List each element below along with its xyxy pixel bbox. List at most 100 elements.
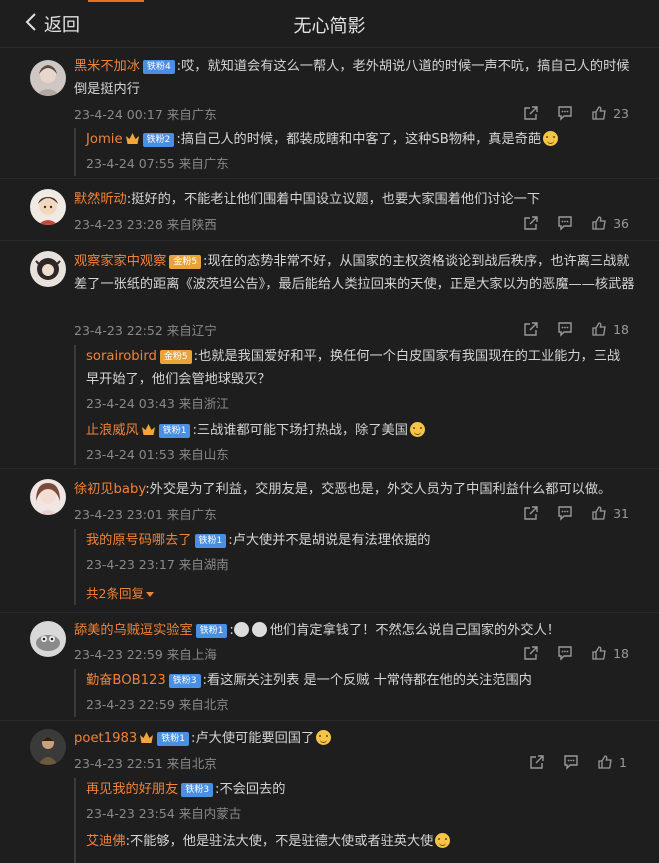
avatar[interactable] [30,251,66,287]
reply-item: 艾迪佛:不能够，他是驻法大使，不是驻德大使或者驻英大使 [86,830,632,853]
reply-item: Jomie 铁粉2:搞自己人的时候，都装成瞎和中客了，这种SB物种，真是奇葩 23… [86,128,632,172]
like-icon[interactable] [591,321,607,337]
username-link[interactable]: 观察家家中观察 [74,254,166,269]
crown-icon [141,424,155,435]
comment-text: :卢大使可能要回国了 [191,731,315,746]
reply-text: :三战谁都可能下场打热战，除了美国 [192,423,408,438]
reply-username-link[interactable]: sorairobird [86,349,157,364]
like-count: 36 [613,215,629,231]
more-replies-link[interactable]: 共2条回复 [86,583,632,602]
reply-list: 再见我的好朋友 铁粉3:不会回去的 23-4-23 23:54 来自内蒙古 艾迪佛… [74,778,630,863]
avatar[interactable] [30,621,66,657]
like-icon[interactable] [597,754,613,770]
reply-item: 止浪威风 铁粉1:三战谁都可能下场打热战，除了美国 23-4-24 01:53 来… [86,419,632,463]
reply-item: 我的原号码哪去了 铁粉1:卢大使并不是胡说是有法理依据的 23-4-23 23:1… [86,529,632,573]
comment-actions: 36 [505,213,629,233]
avatar[interactable] [30,729,66,765]
divider [0,612,659,613]
share-icon[interactable] [523,645,539,661]
reply-username-link[interactable]: Jomie [86,132,123,147]
comment-text: 他们肯定拿钱了！不然怎么说自己国家的外交人！ [269,623,560,638]
reply-username-link[interactable]: 我的原号码哪去了 [86,533,192,548]
like-count: 31 [613,505,629,521]
comment-meta: 23-4-23 23:28 来自陕西 [74,217,217,232]
comment-meta: 23-4-23 22:59 来自上海 [74,647,217,662]
comment-meta: 23-4-23 22:51 来自北京 [74,756,217,771]
share-icon[interactable] [523,321,539,337]
reply-item: sorairobird 金粉5:也就是我国爱好和平，换任何一个白皮国家有我国现在的… [86,345,632,412]
share-icon[interactable] [523,105,539,121]
reply-time: 23-4-24 03:43 来自浙江 [86,396,229,411]
username-link[interactable]: poet1983 [74,731,137,746]
fan-badge: 铁粉3 [168,674,201,688]
like-count: 23 [613,105,629,121]
comment-actions: 18 [505,643,629,663]
reply-time: 23-4-23 22:59 来自北京 [86,697,229,712]
comment-body: 徐初见baby:外交是为了利益，交朋友是，交恶也是，外交人员为了中国利益什么都可… [74,478,636,501]
username-link[interactable]: 舔美的乌贼逗实验室 [74,623,193,638]
avatar[interactable] [30,479,66,515]
fan-badge: 铁粉4 [142,60,175,74]
reply-time: 23-4-23 23:17 来自湖南 [86,557,229,572]
divider [0,720,659,721]
caret-down-icon [145,592,154,597]
username-link[interactable]: 黑米不加冰 [74,59,140,74]
comment-text: :挺好的，不能老让他们围着中国设立议题，也要大家围着他们讨论一下 [126,192,541,207]
like-icon[interactable] [591,105,607,121]
share-icon[interactable] [523,505,539,521]
divider [0,240,659,241]
comment-actions: 23 [505,103,629,123]
comment-meta: 23-4-23 22:52 来自辽宁 [74,323,217,338]
comment-body: 观察家家中观察 金粉5:现在的态势非常不好，从国家的主权资格谈论到战后秩序，也许离… [74,250,636,296]
comment-body: poet1983 铁粉1:卢大使可能要回国了 [74,727,636,750]
comment-icon[interactable] [563,754,579,770]
reply-text: :卢大使并不是胡说是有法理依据的 [228,533,431,548]
fan-badge: 金粉5 [159,350,192,364]
share-icon[interactable] [523,215,539,231]
comment-body: 默然昕动:挺好的，不能老让他们围着中国设立议题，也要大家围着他们讨论一下 [74,188,636,211]
top-accent-line [88,0,144,2]
comment-actions: 18 [505,319,629,339]
share-icon[interactable] [529,754,545,770]
username-link[interactable]: 徐初见baby [74,482,145,497]
like-icon[interactable] [591,505,607,521]
comment-meta: 23-4-23 23:01 来自广东 [74,507,217,522]
like-icon[interactable] [591,215,607,231]
avatar[interactable] [30,189,66,225]
blush-emoji-icon [409,422,425,437]
comment-body: 舔美的乌贼逗实验室 铁粉1: 他们肯定拿钱了！不然怎么说自己国家的外交人！ [74,622,560,638]
comment-actions: 1 [511,752,629,772]
fan-badge: 铁粉1 [157,732,190,746]
page-title: 无心简影 [293,16,366,37]
divider [0,468,659,469]
like-icon[interactable] [591,645,607,661]
reply-text: :不会回去的 [215,782,286,797]
more-replies-label: 共2条回复 [86,586,144,601]
reply-text: :不能够，他是驻法大使，不是驻德大使或者驻英大使 [125,834,434,849]
reply-username-link[interactable]: 勤奋BOB123 [86,673,166,688]
fan-badge: 金粉5 [169,255,202,269]
like-count: 18 [613,321,629,337]
reply-username-link[interactable]: 再见我的好朋友 [86,782,178,797]
reply-list: 勤奋BOB123 铁粉3:看这厮关注列表 是一个反贼 十常侍都在他的关注范围内 2… [74,669,630,717]
comment-icon[interactable] [557,215,573,231]
comment-icon[interactable] [557,105,573,121]
fan-badge: 铁粉3 [181,783,214,797]
comment-text: :外交是为了利益，交朋友是，交恶也是，外交人员为了中国利益什么都可以做。 [145,482,612,497]
avatar[interactable] [30,60,66,96]
reply-username-link[interactable]: 止浪威风 [86,423,139,438]
username-link[interactable]: 默然昕动 [74,192,127,207]
comment-body: 黑米不加冰 铁粉4:哎，就知道会有这么一帮人，老外胡说八道的时候一声不吭，搞自己人… [74,55,636,101]
comment-icon[interactable] [557,505,573,521]
fan-badge: 铁粉2 [142,133,175,147]
comment-icon[interactable] [557,645,573,661]
reply-list: sorairobird 金粉5:也就是我国爱好和平，换任何一个白皮国家有我国现在的… [74,345,630,465]
reply-list: 我的原号码哪去了 铁粉1:卢大使并不是胡说是有法理依据的 23-4-23 23:1… [74,529,630,605]
reply-text: :搞自己人的时候，都装成瞎和中客了，这种SB物种，真是奇葩 [176,132,542,147]
reply-text: :看这厮关注列表 是一个反贼 十常侍都在他的关注范围内 [202,673,532,688]
comment-icon[interactable] [557,321,573,337]
reply-username-link[interactable]: 艾迪佛 [86,834,126,849]
smile-emoji-icon [435,833,451,848]
crown-icon [125,133,139,144]
like-count: 1 [619,754,627,770]
